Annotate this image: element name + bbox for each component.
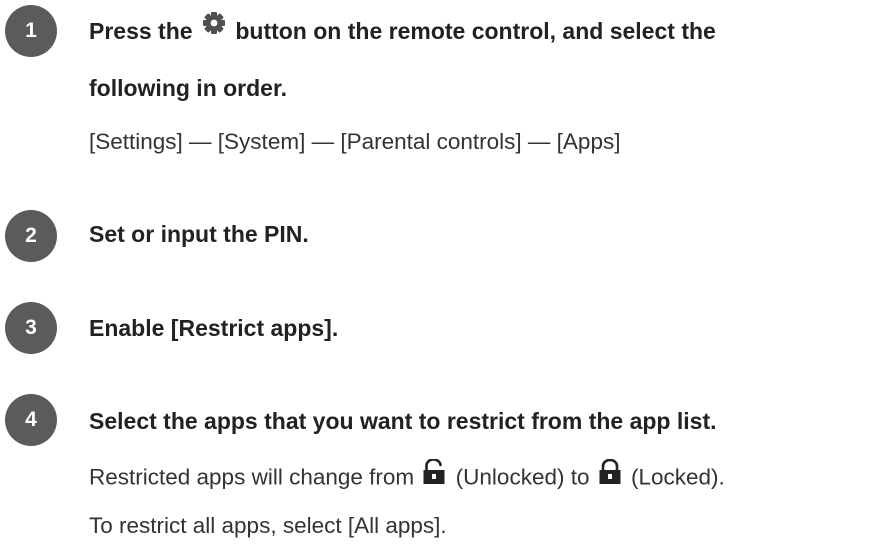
step-number: 4: [25, 408, 37, 431]
step-heading: Enable [Restrict apps].: [89, 315, 339, 341]
step-number: 1: [25, 19, 37, 42]
step-note: To restrict all apps, select [All apps].: [89, 513, 447, 538]
step-number-badge: 4: [5, 394, 57, 446]
step-number-badge: 3: [5, 302, 57, 354]
step-heading: Select the apps that you want to restric…: [89, 408, 717, 434]
step-description-text: (Unlocked) to: [455, 464, 590, 490]
step-number: 2: [25, 224, 37, 247]
step-heading-text: Press the: [89, 18, 193, 44]
step-description-text: Restricted apps will change from: [89, 464, 415, 490]
step-heading: Set or input the PIN.: [89, 221, 309, 247]
step-heading-text: button on the remote control, and select…: [235, 18, 716, 44]
step-description: Restricted apps will change from (Unlock…: [89, 458, 725, 495]
step-number-badge: 1: [5, 5, 57, 57]
step-heading-continued: following in order.: [89, 75, 288, 101]
step-description-text: (Locked).: [631, 464, 725, 490]
gear-icon: [198, 7, 229, 52]
unlocked-padlock-icon: [422, 458, 446, 492]
step-number-badge: 2: [5, 210, 57, 262]
step-menu-path: [Settings] — [System] — [Parental contro…: [89, 129, 621, 154]
step-number: 3: [25, 316, 37, 339]
step-heading: Press the button on the remote control, …: [89, 7, 716, 55]
locked-padlock-icon: [598, 458, 622, 492]
